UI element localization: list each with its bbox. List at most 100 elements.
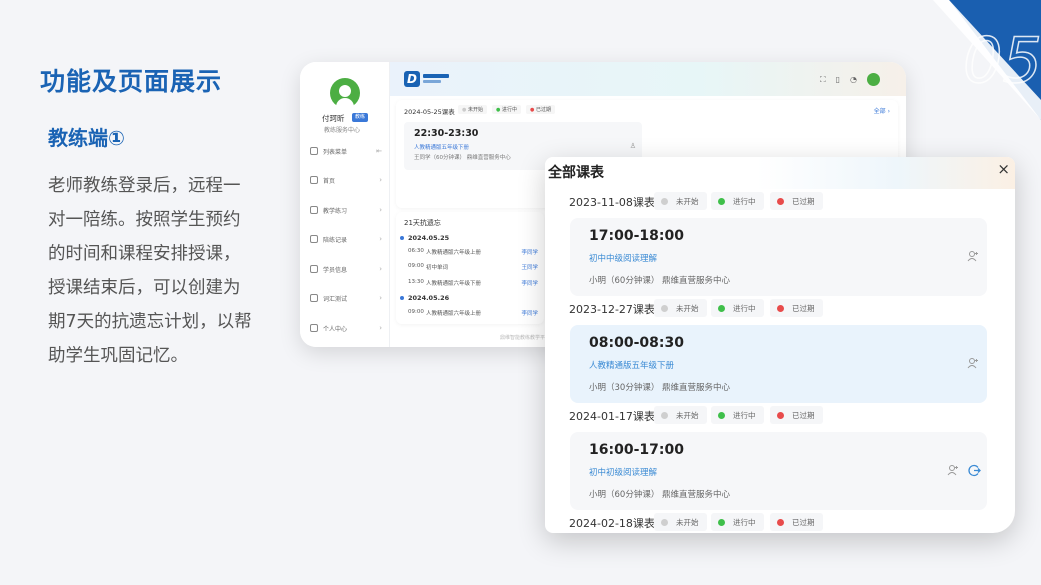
lesson-course: 人教精通版五年级下册 — [589, 361, 675, 371]
status-dot-green — [718, 197, 725, 205]
lesson-time: 17:00-18:00 — [589, 228, 684, 244]
lesson-info: 小明（60分钟课） 鼎维直营服务中心 — [589, 276, 731, 286]
sidebar-item-profile[interactable]: 个人中心 › — [310, 321, 382, 335]
chevron-right-icon: › — [379, 324, 382, 332]
plan-row[interactable]: 06:30 人教精通版六年级上册 李同学 — [408, 248, 538, 256]
schedule-date: 2023-12-27课表 — [569, 303, 655, 316]
sidebar-item-label: 首页 — [323, 177, 336, 185]
chevron-right-icon: › — [379, 265, 382, 273]
exit-icon[interactable] — [968, 464, 981, 477]
test-icon — [310, 294, 318, 302]
plan-day: 2024.05.25 — [399, 234, 450, 242]
view-all-link[interactable]: 全部 › — [874, 106, 890, 115]
legend-not-started: 未开始 — [654, 513, 707, 531]
plan-title: 21天抗遗忘 — [404, 219, 441, 227]
plan-row[interactable]: 09:00 人教精通版六年级上册 李同学 — [408, 309, 538, 317]
legend-in-progress: 进行中 — [711, 513, 764, 531]
legend-expired: 已过期 — [770, 192, 823, 210]
sidebar-item-students[interactable]: 学员信息 › — [310, 262, 382, 276]
anti-forgetting-plan-card: 21天抗遗忘 2024.05.25 06:30 人教精通版六年级上册 李同学 0… — [396, 212, 544, 324]
lesson-card[interactable]: 08:00-08:30 人教精通版五年级下册 小明（30分钟课） 鼎维直营服务中… — [570, 325, 987, 403]
lesson-info: 小明（60分钟课） 鼎维直营服务中心 — [589, 490, 731, 500]
sidebar-item-home[interactable]: 首页 › — [310, 173, 382, 187]
legend-not-started: 未开始 — [654, 192, 707, 210]
user-org: 教练服务中心 — [324, 127, 361, 134]
legend-in-progress: ● 进行中 — [492, 105, 521, 114]
lesson-card[interactable]: 17:00-18:00 初中中级阅读理解 小明（60分钟课） 鼎维直营服务中心 — [570, 218, 987, 296]
user-add-icon[interactable] — [967, 357, 979, 369]
lesson-time: 22:30-23:30 — [414, 128, 479, 139]
status-dot-gray — [661, 197, 668, 205]
top-header: D ⛶ ▯ ◔ — [390, 62, 906, 96]
sidebar-item-records[interactable]: 陪练记录 › — [310, 232, 382, 246]
home-icon — [310, 176, 318, 184]
status-dot-red — [777, 197, 784, 205]
chevron-right-icon: › — [379, 235, 382, 243]
header-avatar[interactable] — [867, 73, 880, 86]
legend-expired: ● 已过期 — [526, 105, 555, 114]
student-icon — [310, 265, 318, 273]
chevron-right-icon: › — [379, 176, 382, 184]
sidebar-item-label: 个人中心 — [323, 325, 348, 333]
slide-title: 功能及页面展示 — [40, 67, 223, 96]
sidebar-item-menu[interactable]: 列表菜单 ⇤ — [310, 144, 382, 158]
header-icons: ⛶ ▯ ◔ — [820, 73, 880, 86]
status-dot-green — [718, 518, 725, 526]
sidebar-item-vocab-test[interactable]: 词汇测试 › — [310, 291, 382, 305]
chevron-right-icon: › — [379, 206, 382, 214]
status-dot-green — [718, 411, 725, 419]
legend-not-started: ● 未开始 — [458, 105, 487, 114]
chevron-right-icon: › — [379, 294, 382, 302]
status-dot-gray — [661, 518, 668, 526]
lesson-course: 初中中级阅读理解 — [589, 254, 658, 264]
user-name: 付珂昕 — [322, 114, 345, 123]
sidebar-item-label: 陪练记录 — [323, 236, 348, 244]
app-logo: D — [404, 71, 420, 87]
device-icon[interactable]: ▯ — [836, 75, 840, 84]
user-add-icon[interactable]: ♙ — [630, 142, 636, 150]
menu-icon — [310, 147, 318, 155]
close-icon[interactable]: × — [997, 160, 1010, 178]
lesson-info: 王同学（60分钟课） 鼎维直营服务中心 — [414, 155, 511, 161]
sidebar-item-practice[interactable]: 教学练习 › — [310, 203, 382, 217]
modal-header: 全部课表 × — [545, 157, 1015, 189]
logo-wordmark-sub — [423, 80, 441, 83]
schedule-date: 2023-11-08课表 — [569, 196, 655, 209]
footer-text: 鼎维智能教练教学平台 — [500, 335, 551, 341]
lesson-card[interactable]: 16:00-17:00 初中初级阅读理解 小明（60分钟课） 鼎维直营服务中心 — [570, 432, 987, 510]
collapse-icon: ⇤ — [376, 147, 382, 155]
lesson-course: 人教精通版五年级下册 — [414, 145, 470, 151]
avatar[interactable] — [330, 78, 360, 108]
sidebar-item-label: 词汇测试 — [323, 295, 348, 303]
status-dot-red — [777, 518, 784, 526]
user-icon — [310, 324, 318, 332]
slide-description: 老师教练登录后，远程一对一陪练。按照学生预约的时间和课程安排授课，授课结束后，可… — [48, 176, 252, 366]
status-dot-green — [718, 304, 725, 312]
legend-not-started: 未开始 — [654, 406, 707, 424]
status-dot-gray — [661, 411, 668, 419]
legend-expired: 已过期 — [770, 299, 823, 317]
sidebar: 付珂昕 教练 教练服务中心 列表菜单 ⇤ 首页 › 教学练习 › 陪练记录 › … — [300, 62, 390, 347]
legend-expired: 已过期 — [770, 406, 823, 424]
lesson-info: 小明（30分钟课） 鼎维直营服务中心 — [589, 383, 731, 393]
modal-title: 全部课表 — [548, 165, 604, 181]
lesson-time: 16:00-17:00 — [589, 442, 684, 458]
record-icon — [310, 235, 318, 243]
sidebar-item-label: 列表菜单 — [323, 148, 348, 156]
schedule-date: 2024-02-18课表 — [569, 517, 655, 530]
corner-decoration: 05 — [933, 0, 1041, 120]
schedule-date: 2024-01-17课表 — [569, 410, 655, 423]
user-add-icon[interactable] — [967, 250, 979, 262]
user-add-icon[interactable] — [947, 464, 959, 476]
plan-day: 2024.05.26 — [399, 294, 450, 302]
lesson-time: 08:00-08:30 — [589, 335, 684, 351]
sidebar-item-label: 学员信息 — [323, 266, 348, 274]
plan-row[interactable]: 09:00 初中单词 王同学 — [408, 263, 538, 271]
bell-icon[interactable]: ◔ — [850, 75, 857, 84]
sidebar-item-label: 教学练习 — [323, 207, 348, 215]
fullscreen-icon[interactable]: ⛶ — [820, 75, 826, 85]
legend-in-progress: 进行中 — [711, 406, 764, 424]
legend-not-started: 未开始 — [654, 299, 707, 317]
plan-row[interactable]: 13:30 人教精通版六年级下册 李同学 — [408, 279, 538, 287]
legend-expired: 已过期 — [770, 513, 823, 531]
